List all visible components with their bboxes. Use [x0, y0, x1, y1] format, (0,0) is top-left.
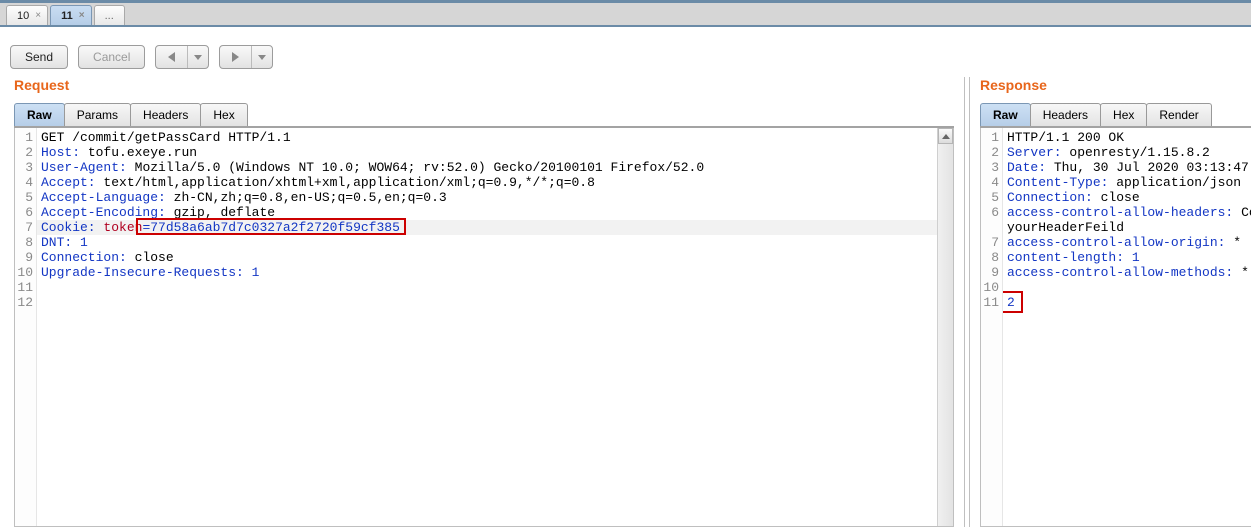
toolbar: Send Cancel — [0, 27, 1251, 77]
scroll-up-button[interactable] — [938, 128, 953, 144]
request-subtabs: Raw Params Headers Hex — [14, 103, 954, 128]
next-button[interactable] — [219, 45, 273, 69]
request-tab-hex[interactable]: Hex — [200, 103, 247, 126]
tab-label: 11 — [61, 10, 73, 22]
top-tab-more[interactable]: ... — [94, 5, 125, 25]
response-gutter: 123456 7891011 — [981, 128, 1003, 526]
response-editor[interactable]: 123456 7891011 HTTP/1.1 200 OKServer: op… — [980, 128, 1251, 527]
request-title: Request — [14, 77, 954, 93]
response-panel: Response Raw Headers Hex Render 123456 7… — [970, 77, 1251, 527]
request-tab-params[interactable]: Params — [64, 103, 131, 126]
chevron-left-icon — [168, 52, 175, 62]
close-icon[interactable]: × — [79, 10, 85, 21]
request-panel: Request Raw Params Headers Hex 123456789… — [0, 77, 964, 527]
chevron-down-icon — [258, 55, 266, 60]
chevron-right-icon — [232, 52, 239, 62]
send-button[interactable]: Send — [10, 45, 68, 69]
response-tab-headers[interactable]: Headers — [1030, 103, 1101, 126]
scrollbar[interactable] — [937, 128, 953, 526]
cancel-button[interactable]: Cancel — [78, 45, 145, 69]
tab-label: 10 — [17, 10, 29, 22]
request-tab-raw[interactable]: Raw — [14, 103, 65, 126]
tab-label: ... — [105, 10, 114, 22]
request-lines[interactable]: GET /commit/getPassCard HTTP/1.1Host: to… — [37, 128, 937, 526]
close-icon[interactable]: × — [35, 10, 41, 21]
top-tab-10[interactable]: 10 × — [6, 5, 48, 25]
chevron-down-icon — [194, 55, 202, 60]
response-tab-render[interactable]: Render — [1146, 103, 1211, 126]
request-tab-headers[interactable]: Headers — [130, 103, 201, 126]
top-tab-strip: 10 × 11 × ... — [0, 3, 1251, 27]
response-lines[interactable]: HTTP/1.1 200 OKServer: openresty/1.15.8.… — [1003, 128, 1251, 526]
response-tab-raw[interactable]: Raw — [980, 103, 1031, 126]
request-editor[interactable]: 123456789101112 GET /commit/getPassCard … — [14, 128, 954, 527]
main-columns: Request Raw Params Headers Hex 123456789… — [0, 77, 1251, 527]
response-tab-hex[interactable]: Hex — [1100, 103, 1147, 126]
response-subtabs: Raw Headers Hex Render — [980, 103, 1251, 128]
top-tab-11[interactable]: 11 × — [50, 5, 91, 25]
prev-button[interactable] — [155, 45, 209, 69]
response-title: Response — [980, 77, 1251, 93]
request-gutter: 123456789101112 — [15, 128, 37, 526]
